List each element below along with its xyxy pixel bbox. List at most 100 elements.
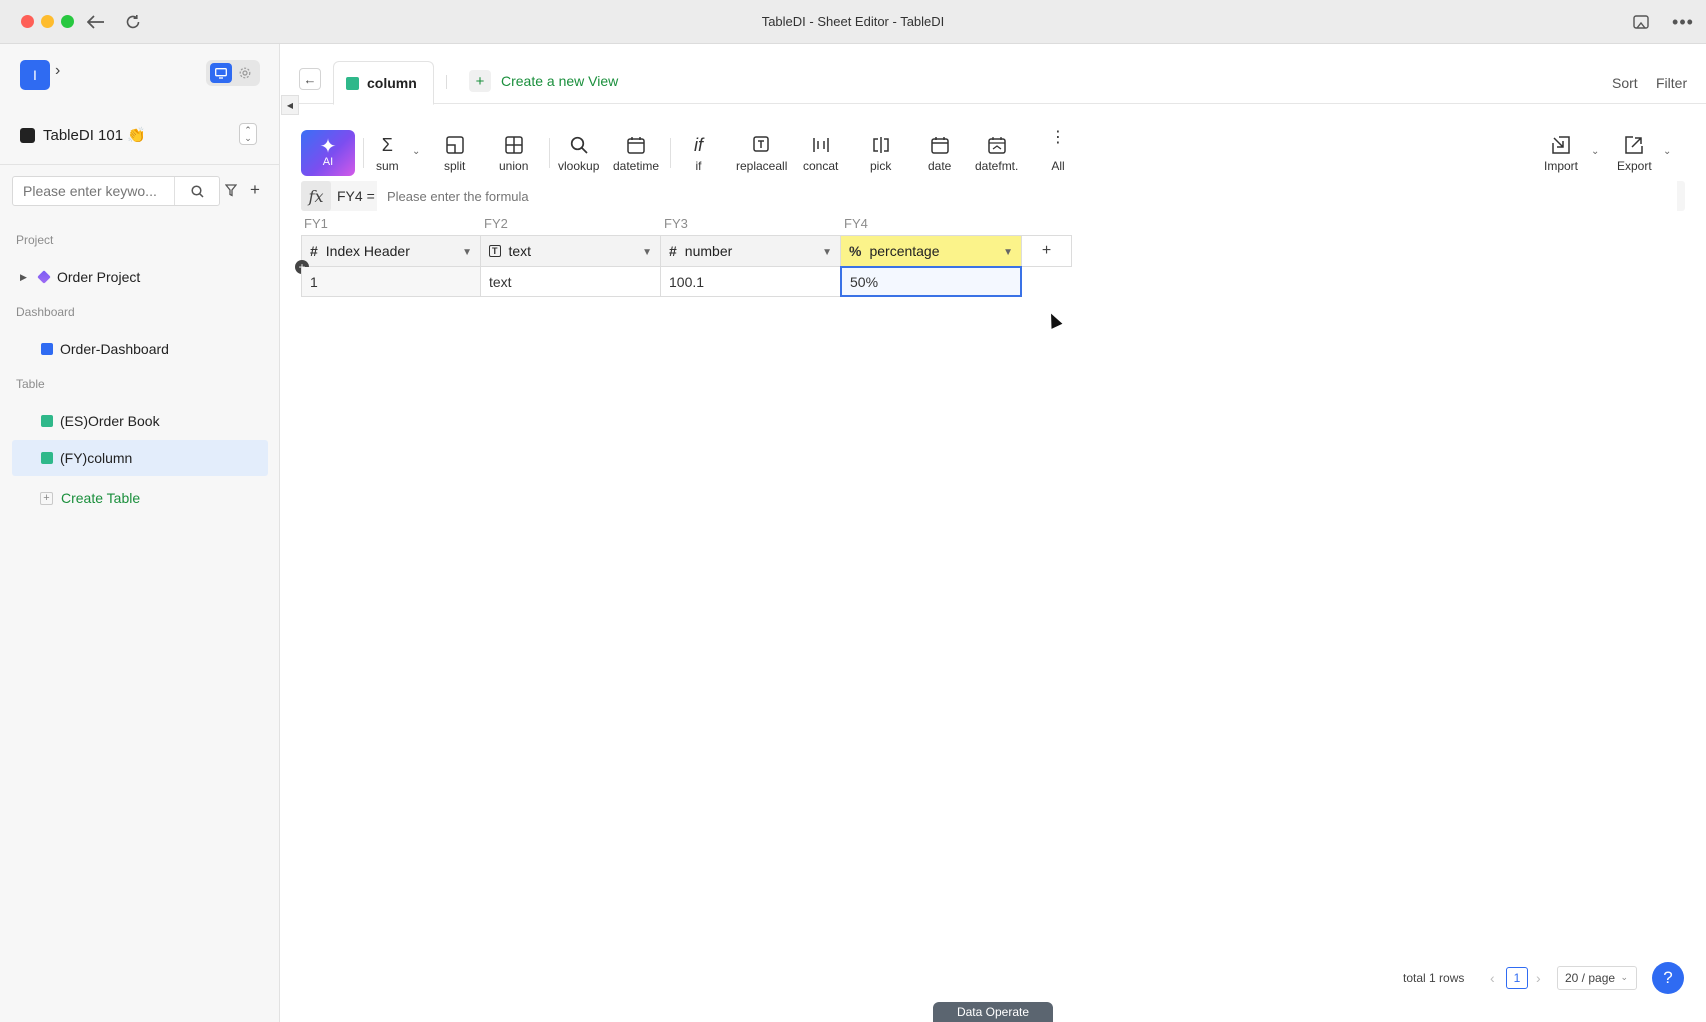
section-label-dashboard: Dashboard [16, 305, 75, 319]
if-label: if [695, 159, 702, 173]
calendar-icon [627, 134, 645, 156]
create-table-label: Create Table [61, 490, 141, 506]
workspace-title[interactable]: TableDI 101 👏 [20, 124, 146, 146]
column-header-percentage[interactable]: % percentage ▼ [840, 235, 1022, 267]
sidebar-search [12, 176, 220, 206]
section-label-table: Table [16, 377, 45, 391]
prev-page-icon[interactable]: ‹ [1490, 966, 1495, 990]
table-cell[interactable]: text [480, 267, 661, 297]
collapse-sidebar-icon[interactable]: ◀ [281, 95, 299, 115]
union-label: union [499, 159, 529, 173]
next-page-icon[interactable]: › [1536, 966, 1541, 990]
import-icon [1552, 134, 1570, 156]
page-size-select[interactable]: 20 / page ⌄ [1557, 966, 1637, 990]
column-header-number[interactable]: # number ▼ [660, 235, 841, 267]
chevron-down-icon[interactable]: ⌄ [1591, 146, 1599, 157]
page-size-label: 20 / page [1565, 971, 1616, 985]
caret-right-icon[interactable]: ▶ [20, 272, 34, 283]
view-tab-bar: ← column + Create a new View Sort Filter [281, 44, 1706, 105]
chevron-down-icon[interactable]: ⌄ [412, 146, 420, 157]
dropdown-arrow-icon[interactable]: ▼ [1003, 247, 1013, 258]
main-area: ← column + Create a new View Sort Filter… [281, 44, 1706, 1022]
workspace-switch-icon[interactable]: ⌃ ⌄ [239, 123, 257, 145]
column-letter: FY2 [484, 216, 508, 231]
split-icon [445, 134, 464, 156]
column-letter: FY4 [844, 216, 868, 231]
union-icon [504, 134, 523, 156]
if-button[interactable]: if if [694, 134, 703, 173]
sidebar-item-column[interactable]: (FY)column [12, 440, 268, 476]
datefmt-button[interactable]: datefmt. [975, 134, 1018, 173]
workspace-icon [20, 127, 35, 143]
add-item-icon[interactable]: + [250, 180, 260, 200]
function-icon[interactable]: fx [301, 181, 331, 211]
sidebar-item-order-project[interactable]: ▶ Order Project [12, 259, 268, 295]
number-type-icon: # [310, 243, 318, 259]
export-icon [1625, 134, 1644, 156]
dropdown-arrow-icon[interactable]: ▼ [822, 247, 832, 258]
number-type-icon: # [669, 243, 677, 259]
pick-button[interactable]: pick [870, 134, 891, 173]
table-cell-selected[interactable]: 50% [840, 266, 1022, 297]
date-button[interactable]: date [928, 134, 951, 173]
dropdown-arrow-icon[interactable]: ▼ [642, 247, 652, 258]
sidebar-item-label: Order-Dashboard [60, 341, 169, 357]
ai-button[interactable]: ✦ AI [301, 130, 355, 176]
sigma-icon: Σ [381, 135, 393, 155]
concat-button[interactable]: concat [803, 134, 838, 173]
table-cell[interactable]: 100.1 [660, 267, 841, 297]
data-operate-tab[interactable]: Data Operate [933, 1002, 1053, 1022]
app-window: TableDI - Sheet Editor - TableDI ••• I ›… [0, 0, 1706, 1022]
chevron-right-icon[interactable]: › [55, 62, 60, 80]
filter-button[interactable]: Filter [1656, 75, 1687, 91]
sidebar-item-order-dashboard[interactable]: Order-Dashboard [12, 331, 268, 367]
table-cell[interactable]: 1 [301, 267, 481, 297]
sum-button[interactable]: Σ sum [376, 134, 399, 173]
back-arrow-icon[interactable]: ← [299, 68, 321, 90]
table-icon [41, 452, 53, 464]
all-label: All [1051, 159, 1065, 173]
export-button[interactable]: Export [1617, 134, 1652, 173]
mouse-pointer-icon [1045, 311, 1063, 329]
more-options-icon[interactable]: ••• [1672, 11, 1694, 33]
page-number-button[interactable]: 1 [1506, 967, 1528, 989]
sidebar-search-input[interactable] [13, 177, 175, 205]
app-logo[interactable]: I [20, 60, 50, 90]
union-button[interactable]: union [499, 134, 528, 173]
split-button[interactable]: split [444, 134, 465, 173]
datetime-label: datetime [613, 159, 660, 173]
search-icon[interactable] [175, 177, 219, 205]
column-letter: FY1 [304, 216, 328, 231]
sort-button[interactable]: Sort [1612, 75, 1638, 91]
toolbar-divider [670, 138, 671, 168]
help-button[interactable]: ? [1652, 962, 1684, 994]
column-header-text[interactable]: T text ▼ [480, 235, 661, 267]
title-bar: TableDI - Sheet Editor - TableDI ••• [0, 0, 1706, 44]
create-table-button[interactable]: + Create Table [12, 480, 268, 516]
sidebar-item-order-book[interactable]: (ES)Order Book [12, 403, 268, 439]
create-view-button[interactable]: + Create a new View [469, 70, 618, 92]
workspace-name: TableDI 101 👏 [43, 127, 146, 144]
filter-icon[interactable] [224, 184, 238, 200]
window-title: TableDI - Sheet Editor - TableDI [761, 14, 945, 29]
add-column-button[interactable]: + [1021, 235, 1072, 267]
chevron-down-icon[interactable]: ⌄ [1663, 146, 1671, 157]
sidebar-item-label: Order Project [57, 269, 141, 285]
project-icon [37, 270, 51, 284]
replaceall-button[interactable]: replaceall [736, 134, 787, 173]
tab-column[interactable]: column [333, 61, 434, 105]
column-header-label: number [684, 243, 733, 259]
monitor-icon[interactable] [210, 63, 232, 83]
tab-divider [446, 75, 447, 89]
datetime-button[interactable]: datetime [613, 134, 659, 173]
cast-icon[interactable] [1630, 11, 1652, 33]
total-rows: total 1 rows [1403, 971, 1465, 985]
dropdown-arrow-icon[interactable]: ▼ [462, 247, 472, 258]
formula-input[interactable] [377, 181, 1677, 211]
settings-gear-icon[interactable] [234, 63, 256, 83]
vlookup-button[interactable]: vlookup [558, 134, 599, 173]
formula-cell-ref: FY4 = [337, 188, 375, 204]
import-button[interactable]: Import [1544, 134, 1578, 173]
all-functions-button[interactable]: ⋮ All [1050, 130, 1066, 174]
column-header-index[interactable]: # Index Header ▼ [301, 235, 481, 267]
